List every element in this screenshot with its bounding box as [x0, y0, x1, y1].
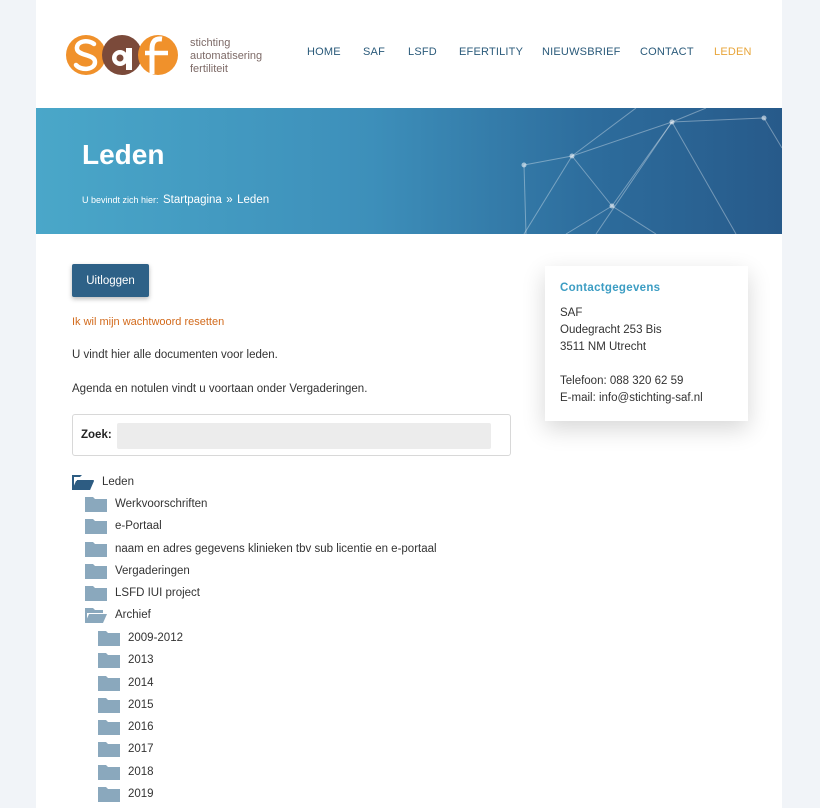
nav-home[interactable]: HOME — [307, 46, 341, 58]
tree-item-2013[interactable]: 2013 — [98, 650, 154, 670]
breadcrumb: U bevindt zich hier: Startpagina » Leden — [82, 190, 269, 208]
tree-item-label: 2014 — [128, 677, 154, 689]
page-banner: Leden U bevindt zich hier: Startpagina »… — [36, 108, 782, 234]
tree-item-label: 2015 — [128, 699, 154, 711]
search-input[interactable] — [117, 423, 491, 449]
tree-item-label: LSFD IUI project — [115, 587, 200, 599]
logo-line-2: automatisering — [190, 50, 263, 62]
folder-icon — [85, 496, 107, 512]
folder-icon — [98, 675, 120, 691]
tree-item-e-portaal[interactable]: e-Portaal — [85, 516, 162, 536]
reset-password-link[interactable]: Ik wil mijn wachtwoord resetten — [72, 316, 224, 328]
tree-item-2015[interactable]: 2015 — [98, 695, 154, 715]
folder-icon — [98, 630, 120, 646]
folder-open-icon — [72, 474, 94, 490]
breadcrumb-prefix: U bevindt zich hier: — [82, 195, 159, 205]
tree-item-werkvoorschriften[interactable]: Werkvoorschriften — [85, 494, 207, 514]
logo-line-1: stichting — [190, 37, 231, 49]
logo-line-3: fertiliteit — [190, 63, 228, 75]
page: stichting automatisering fertiliteit HOM… — [36, 0, 782, 808]
nav-contact[interactable]: CONTACT — [640, 46, 694, 58]
nav-saf[interactable]: SAF — [363, 46, 385, 58]
folder-icon — [85, 563, 107, 579]
tree-item-lsfd-iui[interactable]: LSFD IUI project — [85, 583, 200, 603]
tree-item-label: Leden — [102, 476, 134, 488]
nav-lsfd[interactable]: LSFD — [408, 46, 437, 58]
tree-item-label: e-Portaal — [115, 520, 162, 532]
tree-item-naam-adres[interactable]: naam en adres gegevens klinieken tbv sub… — [85, 539, 437, 559]
contact-title: Contactgegevens — [560, 282, 661, 294]
nav-nieuwsbrief[interactable]: NIEUWSBRIEF — [542, 46, 621, 58]
breadcrumb-current: Leden — [237, 194, 270, 206]
tree-item-label: naam en adres gegevens klinieken tbv sub… — [115, 543, 437, 555]
tree-item-2017[interactable]: 2017 — [98, 739, 154, 759]
folder-icon — [85, 585, 107, 601]
logo-tagline: stichting automatisering fertiliteit — [190, 37, 262, 76]
tree-item-label: Werkvoorschriften — [115, 498, 208, 510]
tree-item-label: Vergaderingen — [115, 565, 190, 577]
tree-item-leden[interactable]: Leden — [72, 472, 134, 492]
contact-card: Contactgegevens SAF Oudegracht 253 Bis 3… — [545, 266, 748, 421]
tree-item-label: 2019 — [128, 788, 154, 800]
search-label: Zoek: — [81, 429, 112, 441]
page-title: Leden — [82, 139, 165, 170]
tree-item-label: Archief — [115, 609, 151, 621]
tree-item-2018[interactable]: 2018 — [98, 762, 154, 782]
folder-icon — [85, 518, 107, 534]
tree-item-label: 2016 — [128, 721, 154, 733]
contact-org: SAF — [560, 307, 583, 319]
folder-icon — [98, 719, 120, 735]
search-box: Zoek: — [72, 414, 511, 456]
folder-icon — [98, 652, 120, 668]
tree-item-2016[interactable]: 2016 — [98, 717, 154, 737]
network-pattern-icon — [521, 108, 782, 234]
contact-street: Oudegracht 253 Bis — [560, 324, 662, 336]
tree-item-vergaderingen[interactable]: Vergaderingen — [85, 561, 190, 581]
tree-item-2019[interactable]: 2019 — [98, 784, 154, 804]
saf-logo-icon — [66, 35, 178, 75]
contact-email[interactable]: E-mail: info@stichting-saf.nl — [560, 392, 703, 404]
breadcrumb-separator: » — [226, 194, 233, 206]
folder-icon — [98, 697, 120, 713]
tree-item-label: 2018 — [128, 766, 154, 778]
intro-text: U vindt hier alle documenten voor leden. — [72, 349, 278, 361]
tree-item-label: 2017 — [128, 743, 154, 755]
tree-item-label: 2009-2012 — [128, 632, 183, 644]
folder-icon — [98, 786, 120, 802]
breadcrumb-home-link[interactable]: Startpagina — [163, 194, 222, 206]
tree-item-label: 2013 — [128, 654, 154, 666]
tree-item-2014[interactable]: 2014 — [98, 673, 154, 693]
folder-icon — [98, 741, 120, 757]
nav-efertility[interactable]: EFERTILITY — [459, 46, 523, 58]
contact-phone: Telefoon: 088 320 62 59 — [560, 375, 684, 387]
contact-city: 3511 NM Utrecht — [560, 341, 647, 353]
folder-icon — [85, 541, 107, 557]
agenda-note: Agenda en notulen vindt u voortaan onder… — [72, 383, 368, 395]
tree-item-2009-2012[interactable]: 2009-2012 — [98, 628, 183, 648]
folder-icon — [98, 764, 120, 780]
folder-open-icon — [85, 607, 107, 623]
nav-leden[interactable]: LEDEN — [714, 46, 752, 58]
logout-button[interactable]: Uitloggen — [72, 264, 149, 297]
tree-item-archief[interactable]: Archief — [85, 605, 151, 625]
